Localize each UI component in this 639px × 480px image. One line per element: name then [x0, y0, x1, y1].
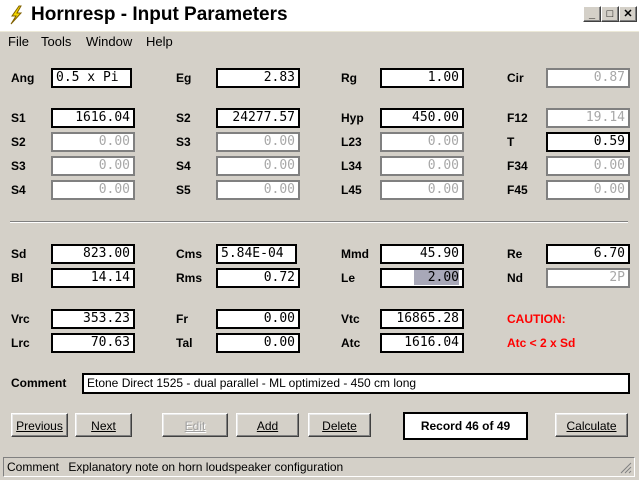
label-s2-col2: S2	[176, 111, 191, 125]
label-f12: F12	[507, 111, 528, 125]
menu-bar: File Tools Window Help	[0, 31, 639, 52]
field-nd[interactable]: 2P	[546, 268, 630, 288]
label-comment: Comment	[11, 376, 67, 390]
close-button[interactable]: ✕	[619, 6, 637, 22]
label-f45: F45	[507, 183, 528, 197]
field-vtc[interactable]: 16865.28	[380, 309, 464, 329]
label-re: Re	[507, 247, 523, 261]
field-tal[interactable]: 0.00	[216, 333, 300, 353]
field-rg[interactable]: 1.00	[380, 68, 464, 88]
previous-button[interactable]: Previous	[11, 413, 68, 437]
section-divider	[10, 221, 628, 223]
label-mmd: Mmd	[341, 247, 369, 261]
label-f34: F34	[507, 159, 528, 173]
field-f45[interactable]: 0.00	[546, 180, 630, 200]
next-button[interactable]: Next	[75, 413, 132, 437]
delete-button[interactable]: Delete	[308, 413, 371, 437]
window-title: Hornresp - Input Parameters	[31, 4, 288, 25]
field-l23[interactable]: 0.00	[380, 132, 464, 152]
record-counter: Record 46 of 49	[403, 412, 528, 440]
label-cms: Cms	[176, 247, 203, 261]
field-le-selection: 2.00	[413, 270, 459, 285]
label-eg: Eg	[176, 71, 192, 85]
field-l34[interactable]: 0.00	[380, 156, 464, 176]
label-l45: L45	[341, 183, 362, 197]
field-eg[interactable]: 2.83	[216, 68, 300, 88]
field-s3[interactable]: 0.00	[51, 156, 135, 176]
caution-message: Atc < 2 x Sd	[507, 336, 576, 350]
comment-input[interactable]: Etone Direct 1525 - dual parallel - ML o…	[82, 373, 630, 394]
label-fr: Fr	[176, 312, 188, 326]
label-nd: Nd	[507, 271, 523, 285]
field-f34[interactable]: 0.00	[546, 156, 630, 176]
label-sd: Sd	[11, 247, 27, 261]
label-l23: L23	[341, 135, 362, 149]
field-re[interactable]: 6.70	[546, 244, 630, 264]
field-s3-col2[interactable]: 0.00	[216, 132, 300, 152]
label-rg: Rg	[341, 71, 357, 85]
field-atc[interactable]: 1616.04	[380, 333, 464, 353]
menu-tools[interactable]: Tools	[41, 34, 71, 49]
field-f12[interactable]: 19.14	[546, 108, 630, 128]
label-vtc: Vtc	[341, 312, 360, 326]
label-hyp: Hyp	[341, 111, 364, 125]
field-s2[interactable]: 0.00	[51, 132, 135, 152]
field-s4[interactable]: 0.00	[51, 180, 135, 200]
field-sd[interactable]: 823.00	[51, 244, 135, 264]
label-bl: Bl	[11, 271, 23, 285]
label-atc: Atc	[341, 336, 361, 350]
field-cir[interactable]: 0.87	[546, 68, 630, 88]
field-t[interactable]: 0.59	[546, 132, 630, 152]
field-fr[interactable]: 0.00	[216, 309, 300, 329]
field-mmd[interactable]: 45.90	[380, 244, 464, 264]
label-s4: S4	[11, 183, 26, 197]
status-field-name: Comment	[7, 460, 60, 474]
calculate-button[interactable]: Calculate	[555, 413, 628, 437]
menu-help[interactable]: Help	[146, 34, 173, 49]
lightning-icon	[10, 5, 23, 25]
field-le[interactable]: 2.00	[380, 268, 464, 288]
label-s1: S1	[11, 111, 26, 125]
menu-file[interactable]: File	[8, 34, 29, 49]
label-s2: S2	[11, 135, 26, 149]
label-s5: S5	[176, 183, 191, 197]
label-vrc: Vrc	[11, 312, 30, 326]
field-hyp[interactable]: 450.00	[380, 108, 464, 128]
status-text: Explanatory note on horn loudspeaker con…	[68, 460, 344, 474]
label-lrc: Lrc	[11, 336, 30, 350]
title-bar[interactable]: Hornresp - Input Parameters _ □ ✕	[0, 0, 639, 31]
field-cms[interactable]: 5.84E-04	[216, 244, 297, 264]
field-vrc[interactable]: 353.23	[51, 309, 135, 329]
minimize-button[interactable]: _	[583, 6, 601, 22]
caution-title: CAUTION:	[507, 312, 566, 326]
label-tal: Tal	[176, 336, 193, 350]
field-s4-col2[interactable]: 0.00	[216, 156, 300, 176]
label-le: Le	[341, 271, 356, 285]
edit-button[interactable]: Edit	[162, 413, 228, 437]
label-s3: S3	[11, 159, 26, 173]
label-s3-col2: S3	[176, 135, 191, 149]
label-l34: L34	[341, 159, 362, 173]
hornresp-window: Hornresp - Input Parameters _ □ ✕ File T…	[0, 0, 639, 480]
maximize-button[interactable]: □	[601, 6, 619, 22]
field-s2-col2[interactable]: 24277.57	[216, 108, 300, 128]
label-rms: Rms	[176, 271, 203, 285]
field-rms[interactable]: 0.72	[216, 268, 300, 288]
field-s5[interactable]: 0.00	[216, 180, 300, 200]
label-s4-col2: S4	[176, 159, 191, 173]
status-bar: Comment Explanatory note on horn loudspe…	[3, 457, 635, 477]
field-bl[interactable]: 14.14	[51, 268, 135, 288]
label-cir: Cir	[507, 71, 524, 85]
field-lrc[interactable]: 70.63	[51, 333, 135, 353]
add-button[interactable]: Add	[236, 413, 299, 437]
resize-grip-icon[interactable]	[620, 462, 632, 474]
field-l45[interactable]: 0.00	[380, 180, 464, 200]
field-ang[interactable]: 0.5 x Pi	[51, 68, 132, 88]
label-ang: Ang	[11, 71, 35, 85]
field-s1[interactable]: 1616.04	[51, 108, 135, 128]
menu-window[interactable]: Window	[86, 34, 132, 49]
label-t: T	[507, 135, 515, 149]
